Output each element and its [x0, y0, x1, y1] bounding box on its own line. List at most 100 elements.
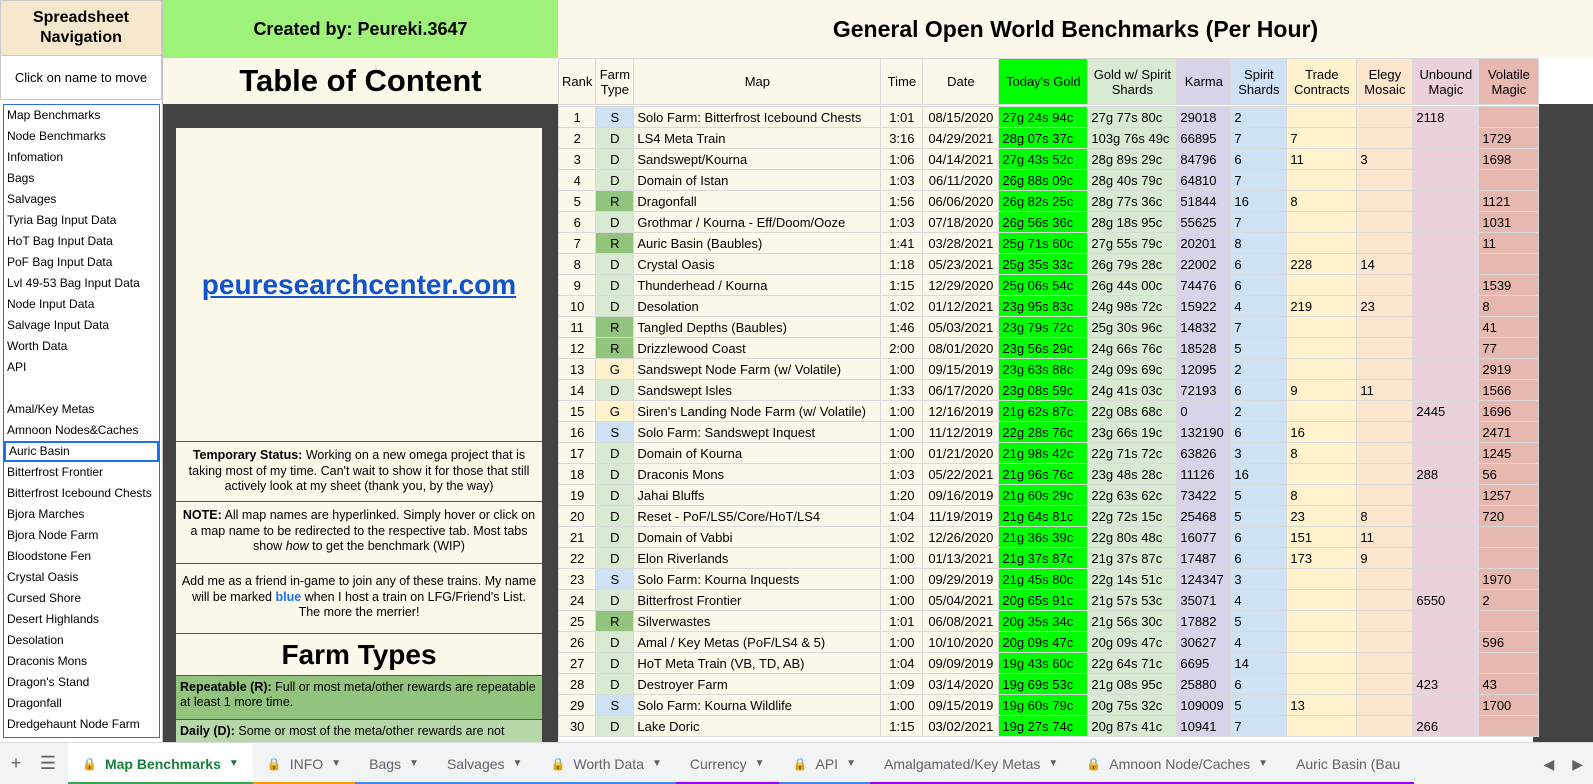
chevron-down-icon[interactable]: ▼ [652, 758, 662, 769]
nav-item[interactable]: Node Input Data [4, 294, 159, 315]
map-link[interactable]: Amal / Key Metas (PoF/LS4 & 5) [633, 631, 882, 653]
chevron-down-icon[interactable]: ▼ [1048, 758, 1058, 769]
table-cell: 19g 60s 79c [998, 694, 1089, 716]
nav-item[interactable]: Draconis Mons [4, 651, 159, 672]
chevron-down-icon[interactable]: ▼ [755, 758, 765, 769]
sheet-tab[interactable]: Bags ▼ [355, 743, 433, 784]
map-link[interactable]: Bitterfrost Frontier [633, 589, 882, 611]
map-link[interactable]: Destroyer Farm [633, 673, 882, 695]
nav-item[interactable]: Salvage Input Data [4, 315, 159, 336]
sheet-tab-label: Amnoon Node/Caches [1109, 755, 1251, 772]
nav-item[interactable]: Worth Data [4, 336, 159, 357]
nav-item[interactable]: Dragonfall [4, 693, 159, 714]
map-link[interactable]: HoT Meta Train (VB, TD, AB) [633, 652, 882, 674]
table-cell: 51844 [1176, 190, 1232, 212]
sheet-tab[interactable]: Salvages ▼ [432, 743, 537, 784]
table-cell [1356, 484, 1414, 506]
sheet-tab[interactable]: Amalgamated/Key Metas ▼ [869, 743, 1073, 784]
table-cell: 23 [1356, 295, 1414, 317]
nav-item[interactable]: Dredgehaunt Node Farm [4, 714, 159, 735]
nav-item[interactable]: HoT Bag Input Data [4, 231, 159, 252]
nav-item[interactable]: Bjora Node Farm [4, 525, 159, 546]
chevron-down-icon[interactable]: ▼ [229, 758, 239, 769]
chevron-down-icon[interactable]: ▼ [846, 758, 856, 769]
table-cell [1356, 274, 1414, 296]
map-link[interactable]: Draconis Mons [633, 463, 882, 485]
map-link[interactable]: Drizzlewood Coast [633, 337, 882, 359]
nav-item[interactable]: Bloodstone Fen [4, 546, 159, 567]
sheet-tab[interactable]: 🔒 API ▼ [778, 743, 870, 784]
sheet-tab[interactable]: Auric Basin (Bau [1282, 743, 1415, 784]
map-link[interactable]: Grothmar / Kourna - Eff/Doom/Ooze [633, 211, 882, 233]
chevron-down-icon[interactable]: ▼ [1258, 758, 1268, 769]
nav-item[interactable]: Dragon's Stand [4, 672, 159, 693]
table-cell: 6 [1230, 673, 1288, 695]
table-cell: 6695 [1176, 652, 1232, 674]
scroll-left-icon[interactable]: ◀ [1543, 756, 1554, 773]
map-link[interactable]: Sandswept Isles [633, 379, 882, 401]
nav-item[interactable]: Map Benchmarks [4, 105, 159, 126]
nav-item[interactable]: Desolation [4, 630, 159, 651]
column-header: Gold w/ Spirit Shards [1087, 58, 1178, 105]
sheet-tab[interactable]: 🔒 Map Benchmarks ▼ [68, 742, 253, 784]
sheet-tab[interactable]: 🔒 Worth Data ▼ [536, 743, 676, 784]
sheet-tab[interactable]: 🔒 INFO ▼ [252, 743, 356, 784]
map-link[interactable]: Silverwastes [633, 610, 882, 632]
all-sheets-icon[interactable]: ☰ [32, 753, 64, 774]
map-link[interactable]: Jahai Bluffs [633, 484, 882, 506]
nav-item[interactable]: Tyria Bag Input Data [4, 210, 159, 231]
map-link[interactable]: Tangled Depths (Baubles) [633, 316, 882, 338]
map-link[interactable]: Dragonfall [633, 190, 882, 212]
map-link[interactable]: Siren's Landing Node Farm (w/ Volatile) [633, 400, 882, 422]
table-cell: 1:01 [880, 610, 924, 632]
map-link[interactable]: Solo Farm: Kourna Wildlife [633, 694, 882, 716]
map-link[interactable]: LS4 Meta Train [633, 127, 882, 149]
nav-item[interactable]: Bjora Marches [4, 504, 159, 525]
table-cell: 12/29/2020 [922, 274, 1000, 296]
nav-item[interactable]: Amal/Key Metas [4, 399, 159, 420]
sheet-tab[interactable]: 🔒 Amnoon Node/Caches ▼ [1072, 743, 1283, 784]
nav-item[interactable]: Cursed Shore [4, 588, 159, 609]
sheet-tab[interactable]: Currency ▼ [675, 743, 779, 784]
map-link[interactable]: Solo Farm: Kourna Inquests [633, 568, 882, 590]
map-link[interactable]: Sandswept Node Farm (w/ Volatile) [633, 358, 882, 380]
nav-item[interactable]: Auric Basin [4, 441, 159, 462]
nav-item[interactable]: PoF Bag Input Data [4, 252, 159, 273]
nav-item[interactable]: Salvages [4, 189, 159, 210]
nav-item[interactable]: Bags [4, 168, 159, 189]
table-cell: 1:20 [880, 484, 924, 506]
nav-item[interactable]: Amnoon Nodes&Caches [4, 420, 159, 441]
map-link[interactable]: Reset - PoF/LS5/Core/HoT/LS4 [633, 505, 882, 527]
map-link[interactable]: Solo Farm: Bitterfrost Icebound Chests [633, 106, 882, 128]
map-link[interactable]: Desolation [633, 295, 882, 317]
nav-item[interactable]: Crystal Oasis [4, 567, 159, 588]
map-link[interactable]: Crystal Oasis [633, 253, 882, 275]
map-link[interactable]: Domain of Vabbi [633, 526, 882, 548]
nav-list[interactable]: Map Benchmarks Node Benchmarks Infomation B… [3, 104, 160, 738]
map-link[interactable]: Thunderhead / Kourna [633, 274, 882, 296]
nav-item[interactable]: Node Benchmarks [4, 126, 159, 147]
map-link[interactable]: Sandswept/Kourna [633, 148, 882, 170]
site-link[interactable]: peuresearchcenter.com [176, 128, 542, 442]
map-link[interactable]: Auric Basin (Baubles) [633, 232, 882, 254]
map-link[interactable]: Domain of Istan [633, 169, 882, 191]
map-link[interactable]: Solo Farm: Sandswept Inquest [633, 421, 882, 443]
map-link[interactable]: Elon Riverlands [633, 547, 882, 569]
chevron-down-icon[interactable]: ▼ [331, 758, 341, 769]
add-sheet-icon[interactable]: + [0, 753, 32, 774]
nav-item[interactable]: Bitterfrost Icebound Chests [4, 483, 159, 504]
nav-item[interactable]: Infomation [4, 147, 159, 168]
nav-item[interactable]: Bitterfrost Frontier [4, 462, 159, 483]
table-cell: 04/14/2021 [922, 148, 1000, 170]
nav-item[interactable]: Lvl 49-53 Bag Input Data [4, 273, 159, 294]
table-cell: 09/15/2019 [922, 358, 1000, 380]
chevron-down-icon[interactable]: ▼ [513, 758, 523, 769]
map-link[interactable]: Lake Doric [633, 715, 882, 737]
table-row: 3 D Sandswept/Kourna 1:06 04/14/2021 27g 43s … [557, 148, 1540, 170]
nav-item[interactable]: API [4, 357, 159, 378]
nav-item[interactable]: Desert Highlands [4, 609, 159, 630]
map-link[interactable]: Domain of Kourna [633, 442, 882, 464]
chevron-down-icon[interactable]: ▼ [409, 758, 419, 769]
table-cell: G [595, 400, 635, 422]
scroll-right-icon[interactable]: ▶ [1572, 756, 1583, 773]
